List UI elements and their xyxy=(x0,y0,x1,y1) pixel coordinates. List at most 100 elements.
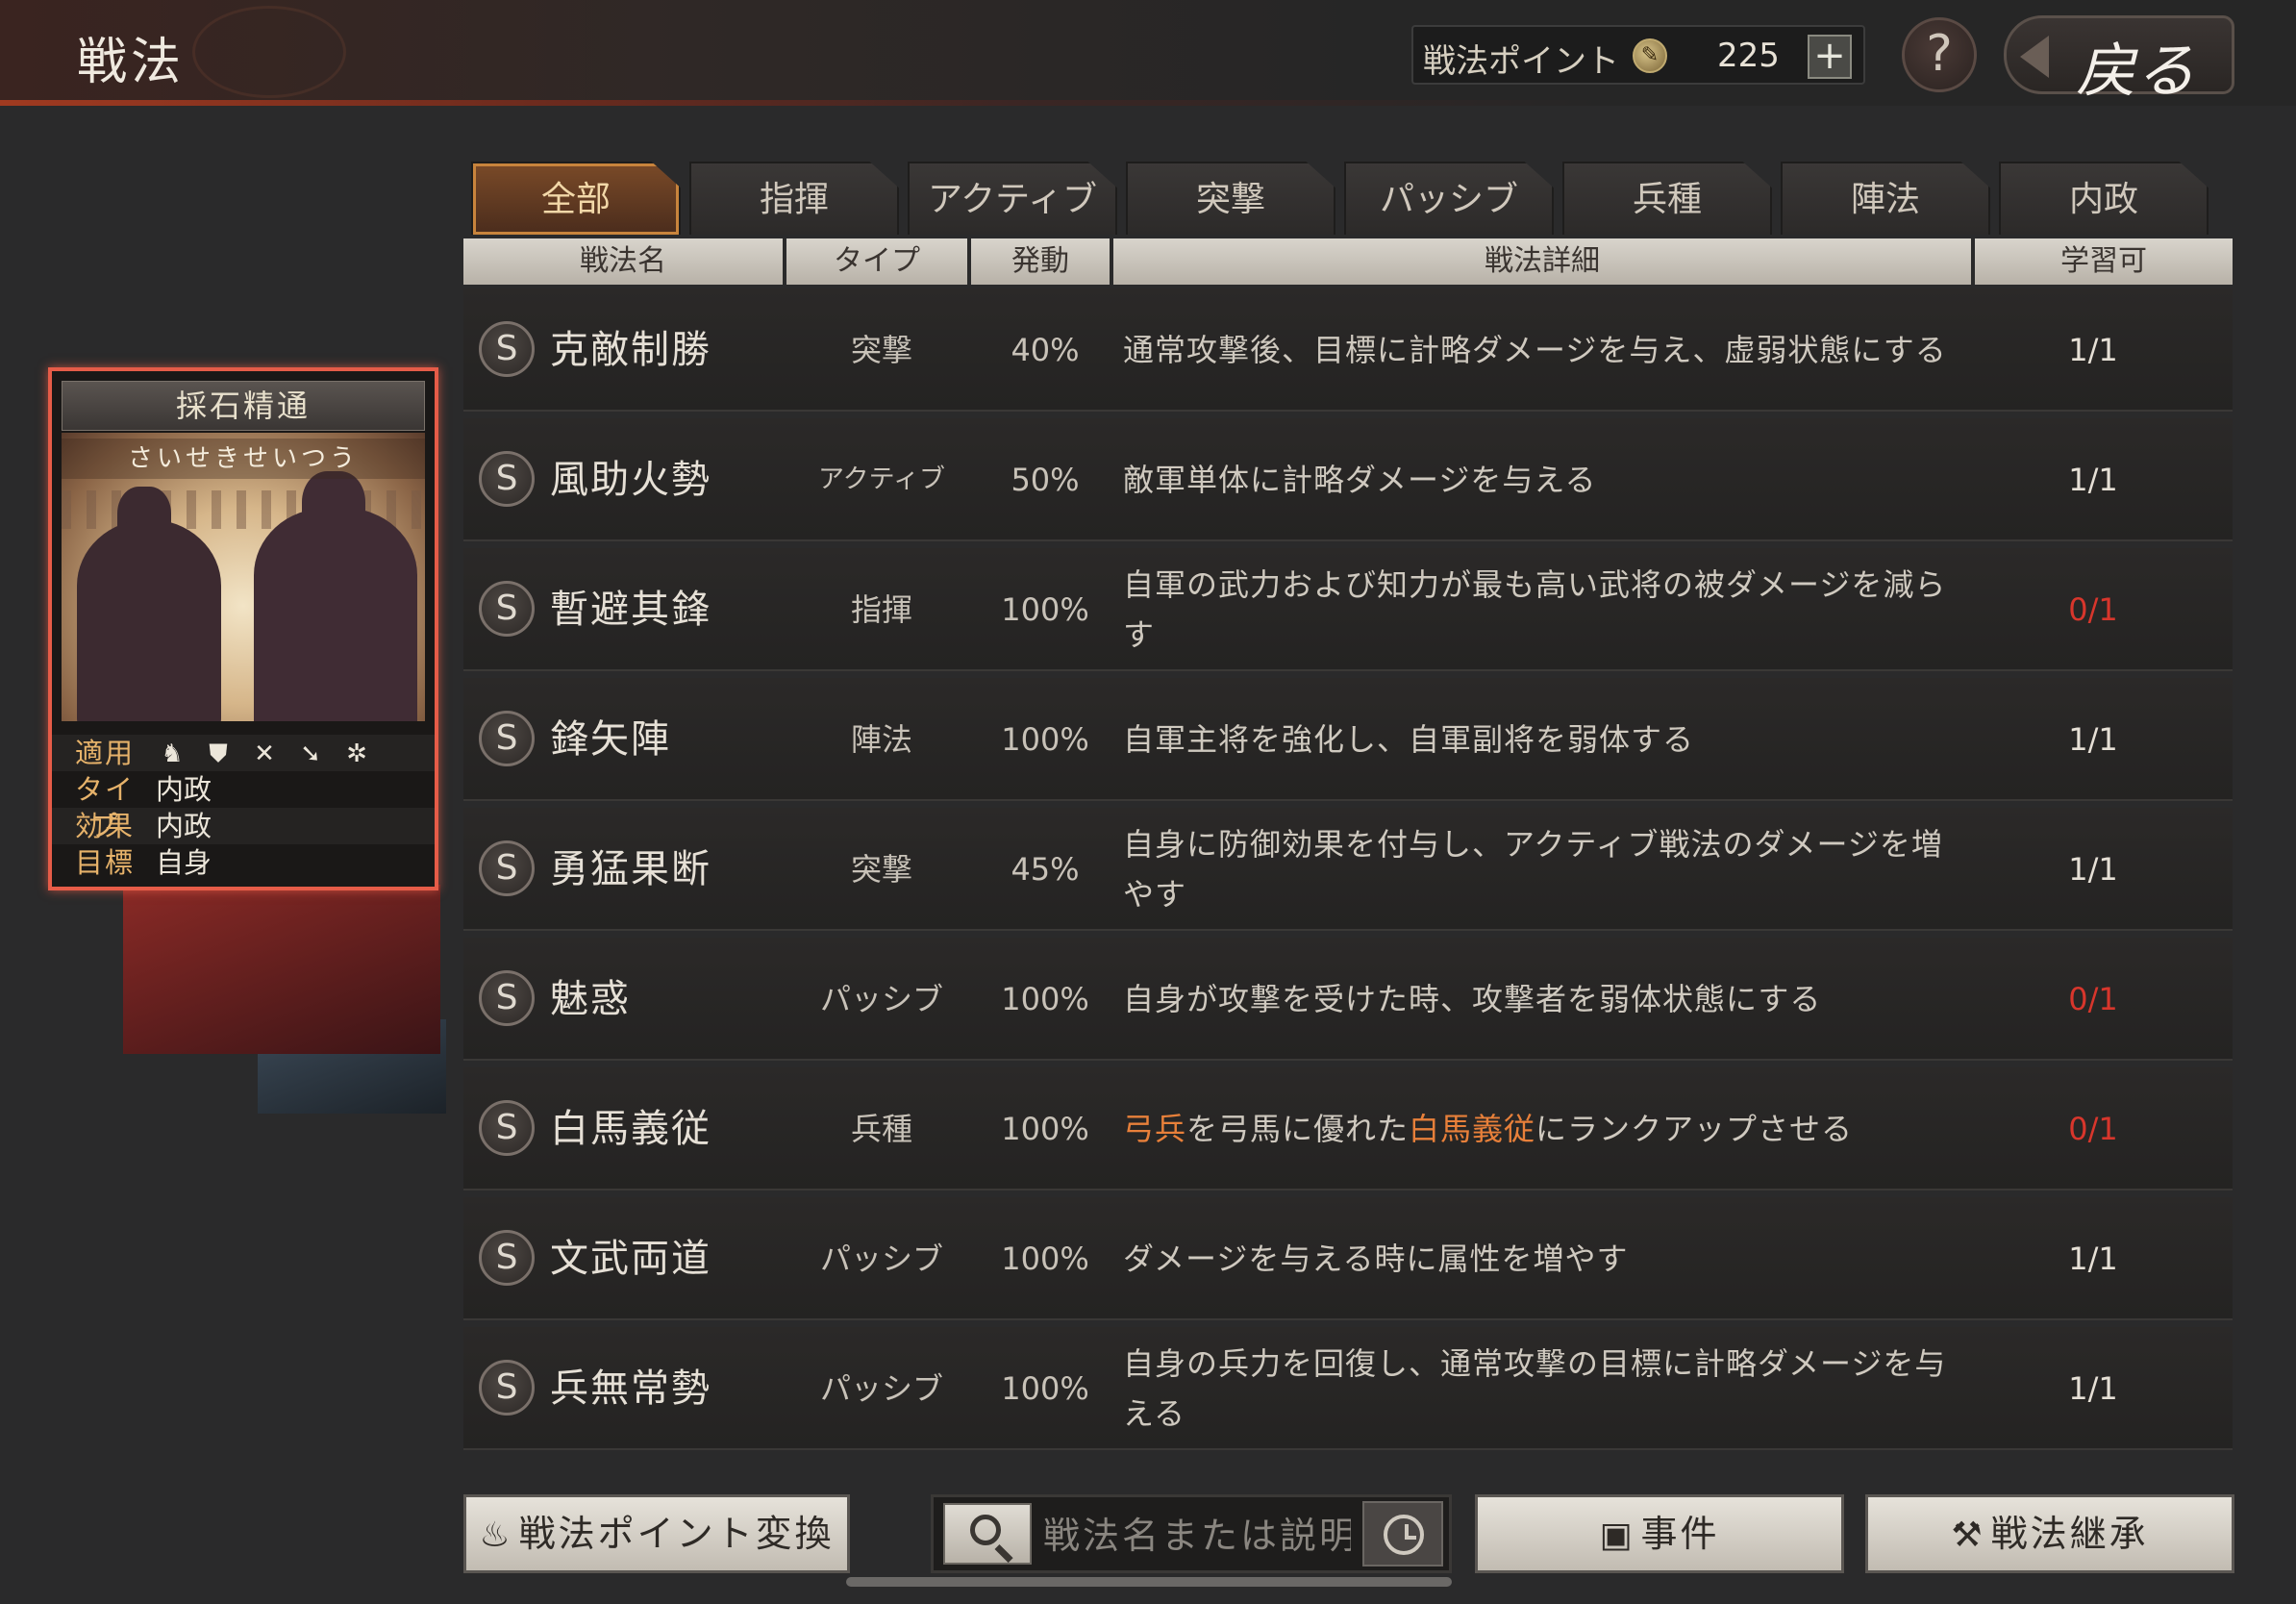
convert-points-label: 戦法ポイント変換 xyxy=(518,1513,835,1555)
tactic-type: 突撃 xyxy=(850,851,912,888)
back-button[interactable]: 戻る xyxy=(2004,15,2234,106)
top-header: 戦法 戦法ポイント ✎ 225 + ? 戻る xyxy=(0,0,2296,106)
events-label: 事件 xyxy=(1640,1513,1720,1555)
back-arrow-icon xyxy=(2020,36,2049,78)
tactic-learnable: 0/1 xyxy=(2068,1111,2118,1147)
bow-icon: ✕ xyxy=(254,739,275,768)
tab-domestic[interactable]: 内政 xyxy=(1999,162,2209,235)
search-input[interactable] xyxy=(1043,1505,1351,1566)
selected-tactic-card[interactable]: 採石精通 さいせきせいつう 適用 ♞ ⛊ ✕ ➘ ✲ タイプ 内政 効果 内政 xyxy=(48,367,438,890)
inherit-tactic-button[interactable]: ⚒ 戦法継承 xyxy=(1865,1494,2234,1573)
tactic-rate: 100% xyxy=(1001,1241,1089,1277)
search-icon-handle xyxy=(994,1544,1013,1564)
spear-icon: ➘ xyxy=(300,739,321,768)
tab-formation[interactable]: 陣法 xyxy=(1781,162,1990,235)
tactic-points-display: 戦法ポイント ✎ 225 + xyxy=(1411,25,1865,85)
tactic-rate: 40% xyxy=(1011,332,1080,368)
cavalry-icon: ♞ xyxy=(161,739,184,768)
tab-active[interactable]: アクティブ xyxy=(908,162,1117,235)
tactic-detail: 自身に防御効果を付与し、アクティブ戦法のダメージを増やす xyxy=(1123,826,1943,913)
tactic-learnable: 0/1 xyxy=(2068,981,2118,1017)
shield-icon: ⛊ xyxy=(209,739,228,768)
tactic-rate: 45% xyxy=(1011,851,1080,888)
events-button[interactable]: ▣ 事件 xyxy=(1475,1494,1844,1573)
tactic-learnable: 1/1 xyxy=(2068,721,2118,758)
tab-all[interactable]: 全部 xyxy=(471,162,681,235)
card-info: 適用 ♞ ⛊ ✕ ➘ ✲ タイプ 内政 効果 内政 目標 自身 xyxy=(52,735,435,881)
help-button[interactable]: ? xyxy=(1902,17,1977,92)
tactic-type: 陣法 xyxy=(850,721,912,758)
table-row[interactable]: S 勇猛果断 突撃 45% 自身に防御効果を付与し、アクティブ戦法のダメージを増… xyxy=(463,808,2233,931)
tactics-table: 戦法名 タイプ 発動 戦法詳細 学習可 S 克敵制勝 突撃 40% 通常攻撃後、… xyxy=(463,238,2233,1471)
tactic-points-value: 225 xyxy=(1717,37,1780,75)
tactic-detail-highlight: 弓兵 xyxy=(1123,1111,1187,1147)
home-indicator[interactable] xyxy=(846,1577,1452,1587)
history-button[interactable] xyxy=(1362,1501,1443,1566)
column-header-rate[interactable]: 発動 xyxy=(971,238,1111,285)
flame-icon: ♨ xyxy=(479,1516,513,1555)
search-bar xyxy=(931,1494,1452,1573)
tactic-detail: 弓兵を弓馬に優れた白馬義従にランクアップさせる xyxy=(1123,1067,1959,1190)
column-header-name[interactable]: 戦法名 xyxy=(463,238,785,285)
tactic-rate: 100% xyxy=(1001,1111,1089,1147)
column-header-learnable[interactable]: 学習可 xyxy=(1975,238,2233,285)
grade-s-icon: S xyxy=(479,321,535,377)
wheel-icon: ✲ xyxy=(346,739,367,768)
table-row[interactable]: S 鋒矢陣 陣法 100% 自軍主将を強化し、自軍副将を弱体する 1/1 xyxy=(463,678,2233,801)
tactic-learnable: 1/1 xyxy=(2068,851,2118,888)
grade-s-icon: S xyxy=(479,451,535,507)
card-artwork: さいせきせいつう xyxy=(62,433,425,721)
table-row[interactable]: S 克敵制勝 突撃 40% 通常攻撃後、目標に計略ダメージを与え、虚弱状態にする… xyxy=(463,288,2233,412)
table-row[interactable]: S 暫避其鋒 指揮 100% 自軍の武力および知力が最も高い武将の被ダメージを減… xyxy=(463,548,2233,671)
table-row[interactable]: S 兵無常勢 パッシブ 100% 自身の兵力を回復し、通常攻撃の目標に計略ダメー… xyxy=(463,1327,2233,1450)
tactic-rate: 100% xyxy=(1001,591,1089,628)
convert-points-button[interactable]: ♨ 戦法ポイント変換 xyxy=(463,1494,850,1573)
column-header-type[interactable]: タイプ xyxy=(786,238,969,285)
tactic-type: 突撃 xyxy=(850,332,912,368)
tactic-type: パッシブ xyxy=(819,1241,943,1277)
table-row[interactable]: S 文武両道 パッシブ 100% ダメージを与える時に属性を増やす 1/1 xyxy=(463,1197,2233,1320)
tab-assault[interactable]: 突撃 xyxy=(1126,162,1335,235)
table-header: 戦法名 タイプ 発動 戦法詳細 学習可 xyxy=(463,238,2233,285)
hammer-icon: ⚒ xyxy=(1951,1516,1985,1555)
tactic-detail: 敵軍単体に計略ダメージを与える xyxy=(1123,462,1597,498)
column-header-detail: 戦法詳細 xyxy=(1113,238,1973,285)
table-row[interactable]: S 白馬義従 兵種 100% 弓兵を弓馬に優れた白馬義従にランクアップさせる 0… xyxy=(463,1067,2233,1190)
inherit-tactic-label: 戦法継承 xyxy=(1990,1513,2149,1555)
tactic-detail: 通常攻撃後、目標に計略ダメージを与え、虚弱状態にする xyxy=(1123,332,1947,368)
add-points-button[interactable]: + xyxy=(1808,35,1852,79)
tactic-detail-text: を弓馬に優れた xyxy=(1186,1111,1410,1147)
card-effect-row: 効果 内政 xyxy=(52,808,435,844)
table-row[interactable]: S 魅惑 パッシブ 100% 自身が攻撃を受けた時、攻撃者を弱体状態にする 0/… xyxy=(463,938,2233,1061)
tactic-name: 魅惑 xyxy=(550,977,631,1021)
tactic-learnable: 1/1 xyxy=(2068,1241,2118,1277)
tactic-detail: 自軍の武力および知力が最も高い武将の被ダメージを減らす xyxy=(1123,566,1947,653)
tactic-type: 兵種 xyxy=(850,1111,912,1147)
grade-s-icon: S xyxy=(479,711,535,766)
tactic-detail-highlight: 白馬義従 xyxy=(1409,1111,1536,1147)
card-target-label: 目標 xyxy=(74,846,135,879)
tab-command[interactable]: 指揮 xyxy=(689,162,899,235)
tactic-learnable: 0/1 xyxy=(2068,591,2118,628)
grade-s-icon: S xyxy=(479,970,535,1026)
search-icon xyxy=(970,1515,1001,1545)
tactic-points-label: 戦法ポイント xyxy=(1423,42,1619,81)
card-effect-label: 効果 xyxy=(74,810,135,842)
grade-s-icon: S xyxy=(479,581,535,637)
card-apply-row: 適用 ♞ ⛊ ✕ ➘ ✲ xyxy=(52,735,435,771)
stacked-card-back xyxy=(123,885,440,1054)
tactic-rate: 100% xyxy=(1001,981,1089,1017)
tactic-learnable: 1/1 xyxy=(2068,332,2118,368)
tab-troop-type[interactable]: 兵種 xyxy=(1562,162,1772,235)
grade-s-icon: S xyxy=(479,1100,535,1156)
tactic-name: 鋒矢陣 xyxy=(550,717,671,762)
tactic-detail: 自軍主将を強化し、自軍副将を弱体する xyxy=(1123,721,1695,758)
tactic-learnable: 1/1 xyxy=(2068,462,2118,498)
tactic-name: 文武両道 xyxy=(550,1237,711,1281)
search-button[interactable] xyxy=(943,1503,1032,1565)
tab-passive[interactable]: パッシブ xyxy=(1344,162,1554,235)
card-reading: さいせきせいつう xyxy=(62,439,425,479)
card-target-row: 目標 自身 xyxy=(52,844,435,881)
table-row[interactable]: S 風助火勢 アクティブ 50% 敵軍単体に計略ダメージを与える 1/1 xyxy=(463,418,2233,541)
tactic-type: 指揮 xyxy=(850,591,912,628)
